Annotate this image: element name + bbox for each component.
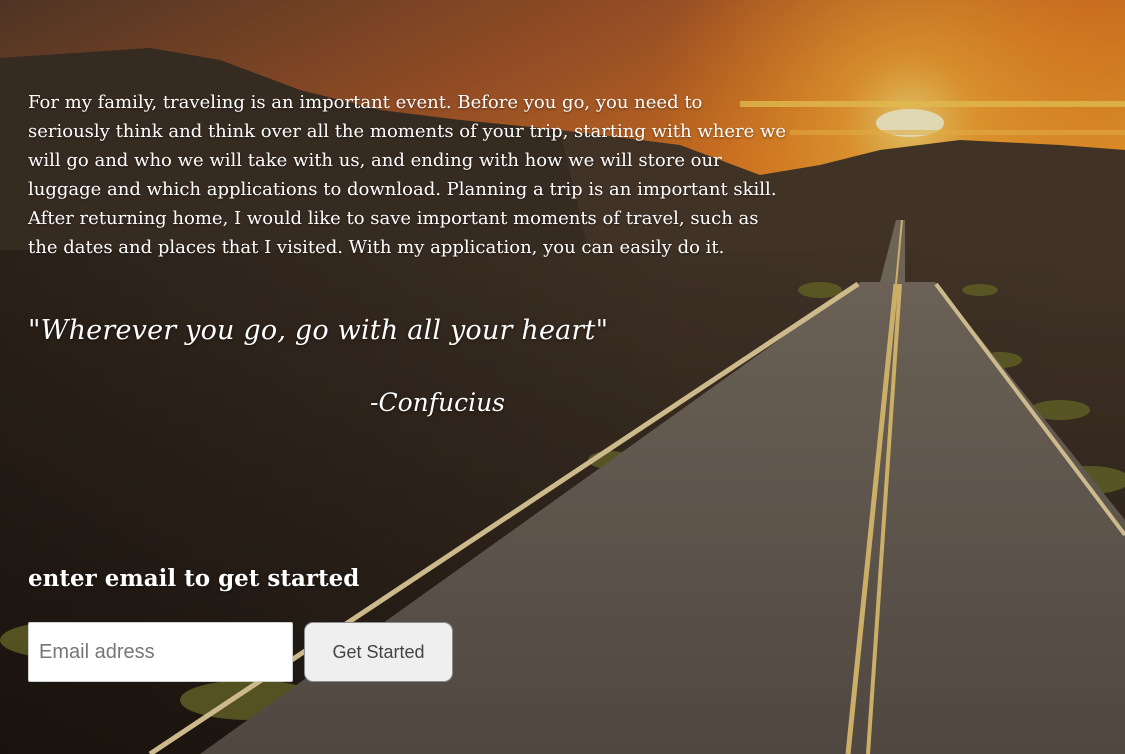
quote-author: -Confucius (370, 388, 506, 417)
get-started-button[interactable]: Get Started (304, 622, 453, 682)
email-input[interactable] (28, 622, 293, 682)
quote-text: "Wherever you go, go with all your heart… (28, 315, 609, 346)
intro-paragraph: For my family, traveling is an important… (28, 92, 787, 258)
signup-heading: enter email to get started (28, 565, 360, 592)
intro-section: For my family, traveling is an important… (28, 88, 788, 420)
